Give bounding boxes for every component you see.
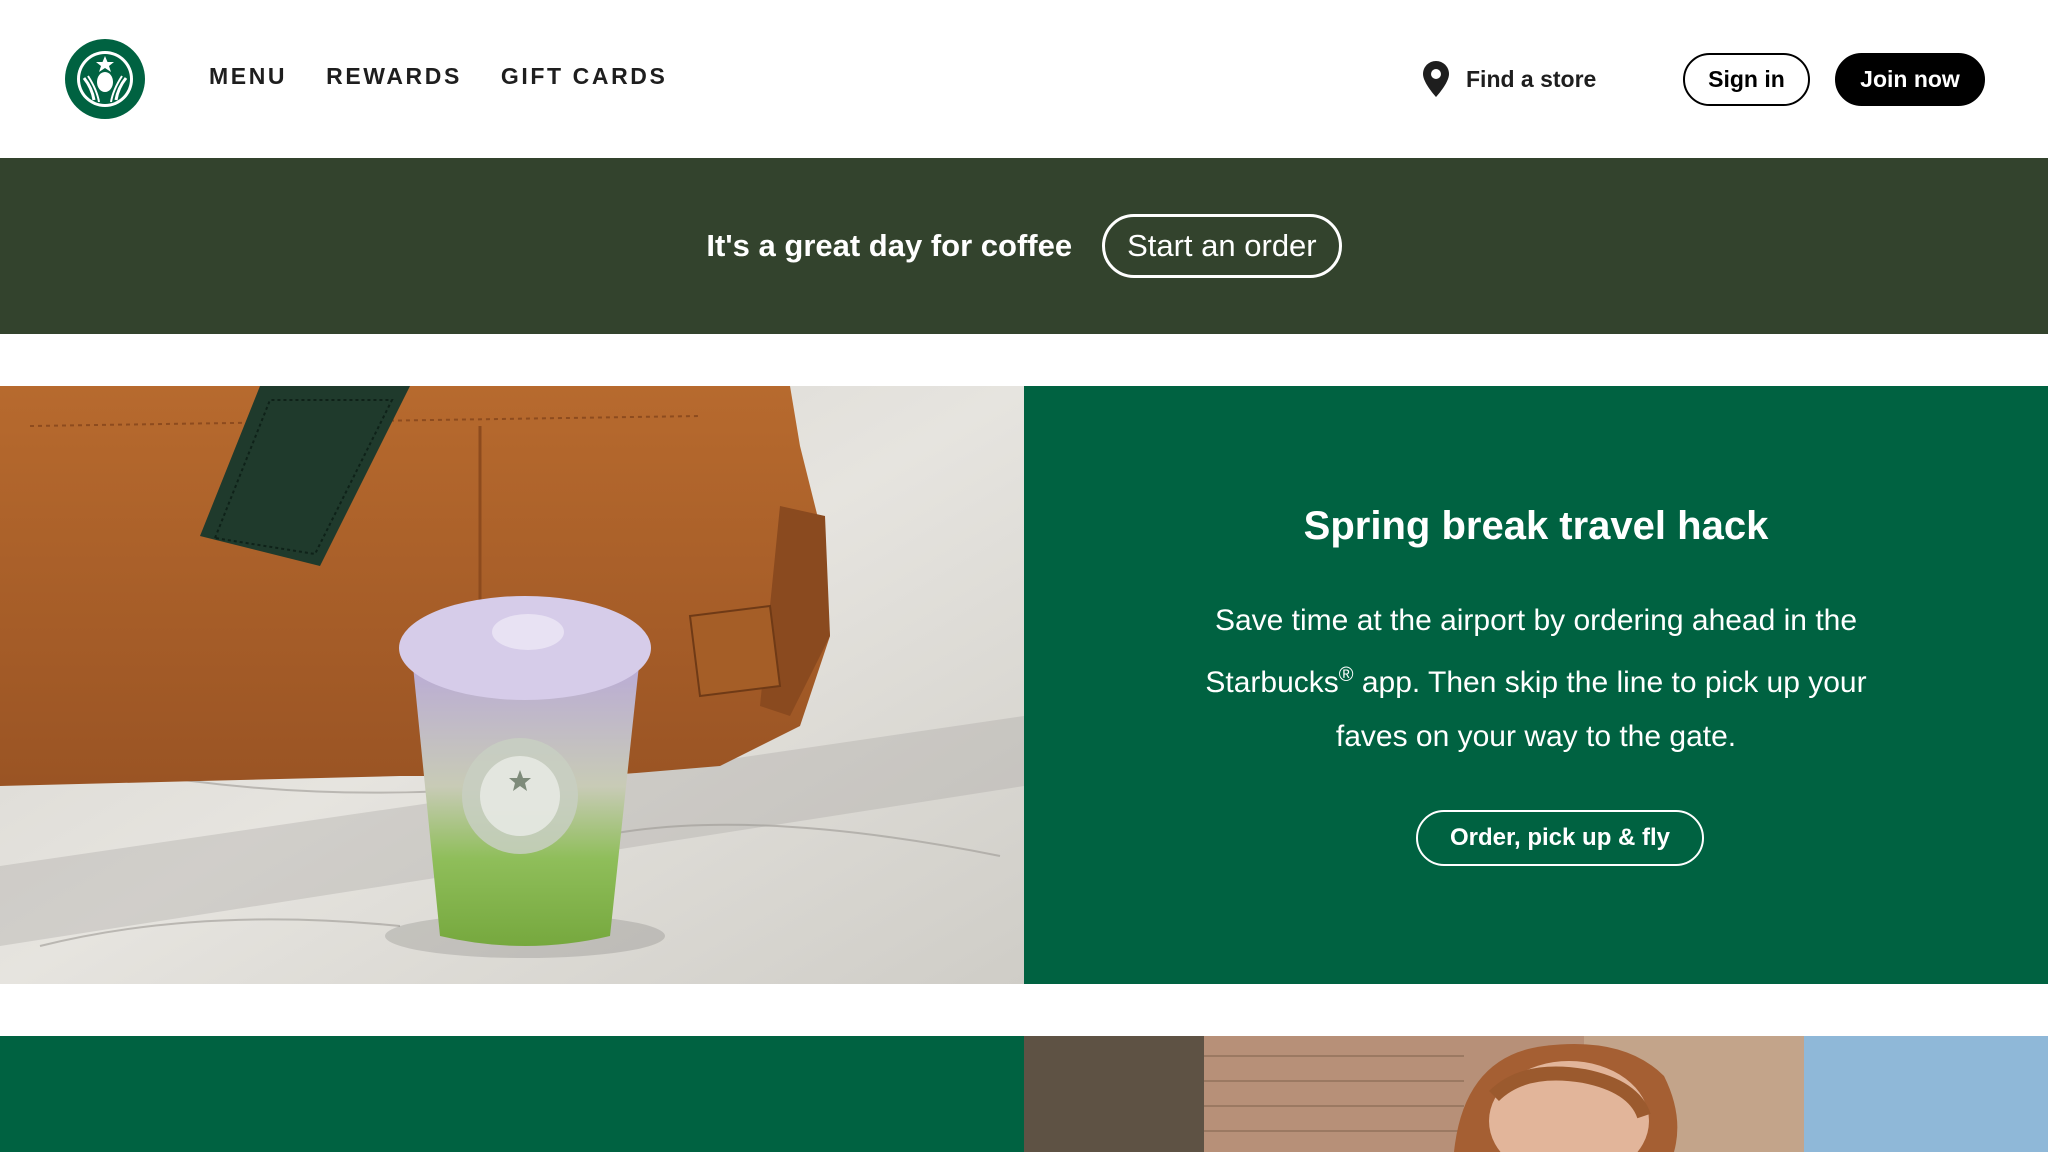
start-order-button[interactable]: Start an order	[1102, 214, 1342, 278]
primary-nav: MENU REWARDS GIFT CARDS	[209, 63, 667, 90]
travel-bag-drink-photo	[0, 386, 1024, 984]
join-now-button[interactable]: Join now	[1835, 53, 1985, 106]
site-header: MENU REWARDS GIFT CARDS Find a store Sig…	[0, 0, 2048, 158]
registered-mark: ®	[1338, 664, 1354, 686]
banner-tagline: It's a great day for coffee	[706, 228, 1073, 263]
find-store-link[interactable]: Find a store	[1422, 60, 1596, 98]
sign-in-button[interactable]: Sign in	[1683, 53, 1810, 106]
nav-menu[interactable]: MENU	[209, 63, 287, 90]
location-pin-icon	[1423, 61, 1449, 97]
next-promo-panel	[0, 1036, 1024, 1152]
order-banner: It's a great day for coffee Start an ord…	[0, 158, 2048, 334]
promo-title: Spring break travel hack	[1303, 504, 1769, 548]
order-pickup-fly-button[interactable]: Order, pick up & fly	[1416, 810, 1704, 866]
person-photo	[1024, 1036, 2048, 1152]
next-promo-section	[0, 1036, 2048, 1152]
find-store-label: Find a store	[1466, 65, 1597, 92]
starbucks-logo[interactable]	[64, 38, 146, 120]
promo-body-text-end: app. Then skip the line to pick up your …	[1335, 666, 1867, 753]
promo-body: Save time at the airport by ordering ahe…	[1174, 594, 1898, 764]
nav-rewards[interactable]: REWARDS	[326, 63, 462, 90]
promo-panel: Spring break travel hack Save time at th…	[1024, 386, 2048, 984]
promo-image	[0, 386, 1024, 984]
nav-gift-cards[interactable]: GIFT CARDS	[501, 63, 668, 90]
promo-section: Spring break travel hack Save time at th…	[0, 386, 2048, 984]
next-promo-image	[1024, 1036, 2048, 1152]
